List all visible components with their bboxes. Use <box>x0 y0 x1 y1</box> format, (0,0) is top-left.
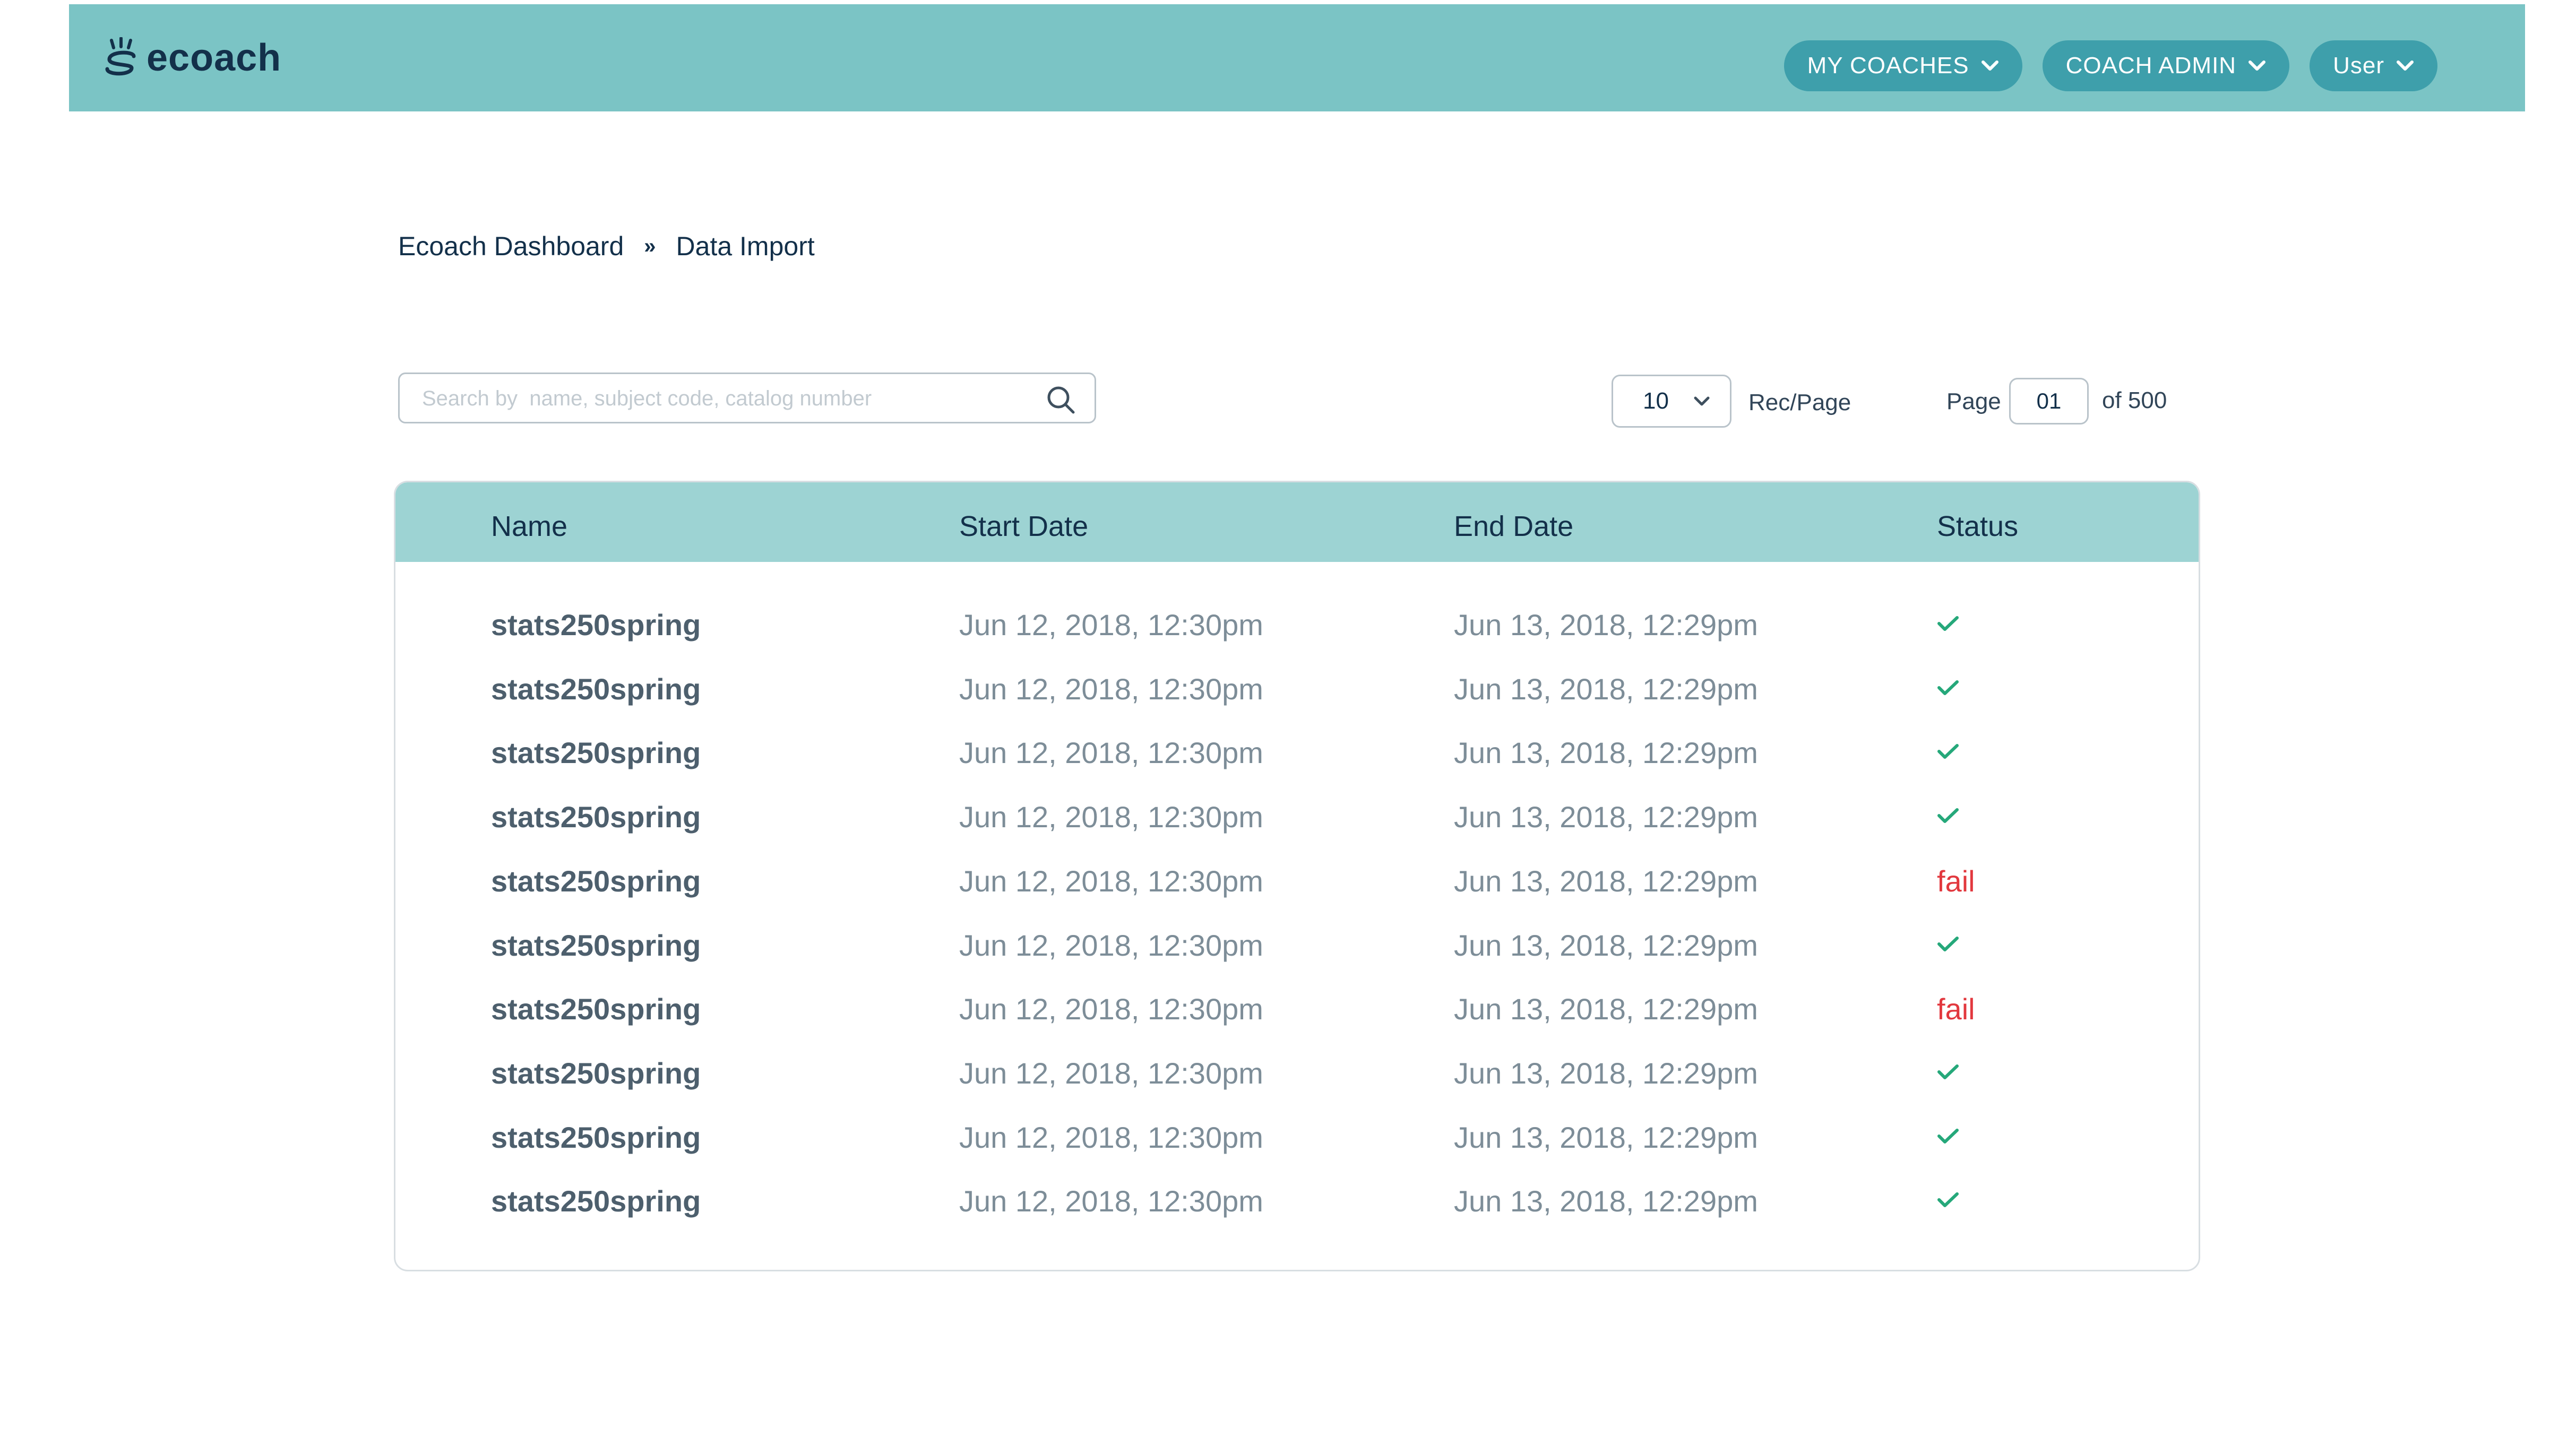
data-import-table: Name Start Date End Date Status stats250… <box>394 481 2200 1271</box>
checkmark-icon <box>1937 616 1959 631</box>
row-end-date: Jun 13, 2018, 12:29pm <box>1454 992 1758 1026</box>
row-name: stats250spring <box>491 800 701 834</box>
table-row[interactable]: stats250spring Jun 12, 2018, 12:30pm Jun 1… <box>395 789 2199 842</box>
search-box <box>398 373 1096 423</box>
row-start-date: Jun 12, 2018, 12:30pm <box>959 800 1263 834</box>
row-name: stats250spring <box>491 992 701 1026</box>
records-per-page-value: 10 <box>1643 388 1669 414</box>
page-total-label: of 500 <box>2102 387 2167 413</box>
column-header-name[interactable]: Name <box>491 510 567 543</box>
checkmark-icon <box>1937 937 1959 951</box>
ecoach-logo[interactable]: ecoach <box>102 36 281 80</box>
table-row[interactable]: stats250spring Jun 12, 2018, 12:30pm Jun 1… <box>395 725 2199 778</box>
coach-admin-menu-button[interactable]: COACH ADMIN <box>2042 40 2290 91</box>
checkmark-icon <box>1937 1129 1959 1144</box>
checkmark-icon <box>1937 1192 1959 1207</box>
row-name: stats250spring <box>491 672 701 706</box>
row-start-date: Jun 12, 2018, 12:30pm <box>959 992 1263 1026</box>
user-label: User <box>2333 53 2384 79</box>
column-header-status[interactable]: Status <box>1937 510 2018 543</box>
row-end-date: Jun 13, 2018, 12:29pm <box>1454 800 1758 834</box>
row-end-date: Jun 13, 2018, 12:29pm <box>1454 736 1758 769</box>
user-menu-button[interactable]: User <box>2310 40 2437 91</box>
row-start-date: Jun 12, 2018, 12:30pm <box>959 1056 1263 1090</box>
coach-admin-label: COACH ADMIN <box>2065 53 2237 79</box>
header-nav: MY COACHES COACH ADMIN User <box>1784 40 2437 91</box>
logo-text: ecoach <box>147 37 282 79</box>
page-number-input[interactable] <box>2009 378 2089 425</box>
table-row[interactable]: stats250spring Jun 12, 2018, 12:30pm Jun 1… <box>395 917 2199 971</box>
row-start-date: Jun 12, 2018, 12:30pm <box>959 864 1263 898</box>
checkmark-icon <box>1937 744 1959 759</box>
table-row[interactable]: stats250spring Jun 12, 2018, 12:30pm Jun 1… <box>395 661 2199 714</box>
breadcrumb-separator: » <box>644 234 656 258</box>
top-navigation-bar: ecoach MY COACHES COACH ADMIN User <box>69 4 2525 111</box>
row-start-date: Jun 12, 2018, 12:30pm <box>959 736 1263 769</box>
breadcrumb-ecoach-dashboard[interactable]: Ecoach Dashboard <box>398 231 624 262</box>
page-label: Page <box>1946 388 2001 414</box>
table-row[interactable]: stats250spring Jun 12, 2018, 12:30pm Jun 1… <box>395 1110 2199 1163</box>
row-end-date: Jun 13, 2018, 12:29pm <box>1454 672 1758 706</box>
column-header-start-date[interactable]: Start Date <box>959 510 1088 543</box>
table-row[interactable]: stats250spring Jun 12, 2018, 12:30pm Jun 1… <box>395 1173 2199 1226</box>
row-name: stats250spring <box>491 929 701 962</box>
table-header: Name Start Date End Date Status <box>395 482 2199 562</box>
row-name: stats250spring <box>491 1184 701 1218</box>
row-name: stats250spring <box>491 864 701 898</box>
checkmark-icon <box>1937 680 1959 695</box>
breadcrumb-data-import: Data Import <box>676 231 815 261</box>
row-end-date: Jun 13, 2018, 12:29pm <box>1454 608 1758 642</box>
row-end-date: Jun 13, 2018, 12:29pm <box>1454 864 1758 898</box>
row-start-date: Jun 12, 2018, 12:30pm <box>959 1121 1263 1154</box>
chevron-down-icon <box>2397 60 2414 71</box>
row-start-date: Jun 12, 2018, 12:30pm <box>959 608 1263 642</box>
search-input[interactable] <box>421 374 1023 423</box>
row-name: stats250spring <box>491 608 701 642</box>
ecoach-logo-icon <box>105 37 136 76</box>
row-start-date: Jun 12, 2018, 12:30pm <box>959 1184 1263 1218</box>
chevron-down-icon <box>2248 60 2266 71</box>
row-name: stats250spring <box>491 1121 701 1154</box>
row-start-date: Jun 12, 2018, 12:30pm <box>959 672 1263 706</box>
chevron-down-icon <box>1694 396 1710 406</box>
column-header-end-date[interactable]: End Date <box>1454 510 1573 543</box>
row-end-date: Jun 13, 2018, 12:29pm <box>1454 929 1758 962</box>
status-fail-text: fail <box>1937 992 1975 1026</box>
row-start-date: Jun 12, 2018, 12:30pm <box>959 929 1263 962</box>
table-row[interactable]: stats250spring Jun 12, 2018, 12:30pm Jun 1… <box>395 597 2199 650</box>
row-end-date: Jun 13, 2018, 12:29pm <box>1454 1121 1758 1154</box>
chevron-down-icon <box>1981 60 1998 71</box>
records-per-page-label: Rec/Page <box>1748 389 1851 415</box>
checkmark-icon <box>1937 1064 1959 1079</box>
row-name: stats250spring <box>491 1056 701 1090</box>
records-per-page-select[interactable]: 10 <box>1612 375 1731 428</box>
row-end-date: Jun 13, 2018, 12:29pm <box>1454 1184 1758 1218</box>
breadcrumb: Ecoach Dashboard » Data Import <box>398 231 815 262</box>
my-coaches-label: MY COACHES <box>1807 53 1969 79</box>
table-row[interactable]: stats250spring Jun 12, 2018, 12:30pm Jun 1… <box>395 981 2199 1034</box>
table-row[interactable]: stats250spring Jun 12, 2018, 12:30pm Jun 1… <box>395 1045 2199 1098</box>
status-fail-text: fail <box>1937 864 1975 898</box>
search-icon[interactable] <box>1046 385 1076 415</box>
checkmark-icon <box>1937 808 1959 823</box>
my-coaches-menu-button[interactable]: MY COACHES <box>1784 40 2022 91</box>
row-name: stats250spring <box>491 736 701 769</box>
row-end-date: Jun 13, 2018, 12:29pm <box>1454 1056 1758 1090</box>
table-row[interactable]: stats250spring Jun 12, 2018, 12:30pm Jun 1… <box>395 853 2199 906</box>
